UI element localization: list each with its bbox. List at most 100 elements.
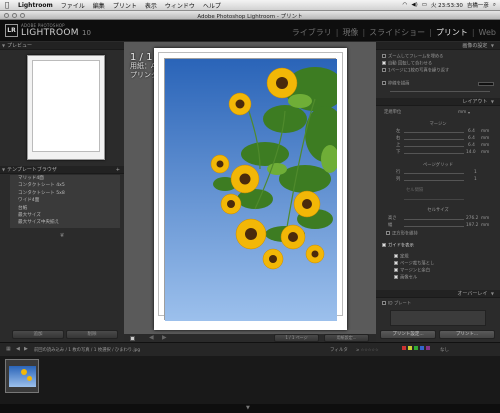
show-guides-option[interactable]: ガイドを表示 [376,243,500,249]
checkbox-checked[interactable] [382,243,386,247]
margin-right-value[interactable]: 6.4 [468,136,475,142]
module-develop[interactable]: 現像 [342,27,358,38]
back-icon[interactable]: ◀ [16,346,20,352]
option-auto-rotate[interactable]: 自動 回転して合わせる [376,61,500,67]
show-filmstrip-arrow-icon[interactable]: ▼ [246,405,250,411]
checkbox[interactable] [382,54,386,58]
checkbox[interactable] [382,68,386,72]
template-item[interactable]: 最大サイズ中央揃え [10,219,120,226]
margin-left-slider[interactable] [404,132,464,133]
template-item[interactable]: マリッド4面 [10,175,120,182]
print-button[interactable]: プリント... [439,330,495,339]
grid-columns-value[interactable]: 1 [474,177,477,183]
wifi-icon[interactable]: ◠ [403,2,408,8]
menu-file[interactable]: ファイル [57,1,89,10]
identity-plate-option[interactable]: ID プレート [376,301,500,307]
cell-height-slider[interactable] [404,219,464,220]
menu-app[interactable]: Lightroom [14,2,57,9]
menu-window[interactable]: ウィンドウ [161,1,199,10]
template-item[interactable]: 台紙 [10,205,120,212]
purple-label-icon[interactable] [426,346,430,350]
option-zoom-to-fill[interactable]: ズームしてフレームを埋める [376,54,500,60]
margin-bottom-slider[interactable] [404,153,464,154]
forward-icon[interactable]: ▶ [24,346,28,352]
grid-columns-row: 列 1 [396,177,477,183]
template-item[interactable]: 最大サイズ [10,212,120,219]
checkbox-checked[interactable] [394,261,398,265]
template-item[interactable]: コンタクトシート 5x8 [10,190,120,197]
page-indicator-button[interactable]: 1 / 1 ページ [274,334,319,342]
print-settings-button[interactable]: プリント設定... [380,330,436,339]
preview-header[interactable]: ▼ プレビュー [0,42,124,50]
filmstrip-thumbnail[interactable] [5,359,39,393]
template-item[interactable]: コンタクトシート 4x5 [10,182,120,189]
cell-width-slider[interactable] [404,226,464,227]
stop-icon[interactable] [130,336,135,341]
checkbox-checked[interactable] [394,268,398,272]
stroke-width-slider[interactable] [390,91,490,92]
margin-right-slider[interactable] [404,139,464,140]
next-page-icon[interactable]: ▶ [162,334,167,341]
keep-square-option[interactable]: 正方形を維持 [376,231,500,237]
filmstrip-source-info[interactable]: 前回の読み込み / 1 枚の写真 / 1 枚選択 / ひまわり.jpg [34,347,140,353]
guide-margins-option[interactable]: マージンと余白 [376,268,500,274]
star-filter-icon[interactable]: ≥ ☆☆☆☆☆ [356,347,379,352]
cell-height-value[interactable]: 276.2 [466,216,478,222]
ruler-units-select[interactable]: mm [458,110,466,116]
margin-top-value[interactable]: 6.4 [468,143,475,149]
user-menu[interactable]: 吉橋一彦 [467,1,489,9]
page-setup-button[interactable]: 用紙設定... [324,334,369,342]
remove-template-button[interactable]: 削除 [66,330,118,339]
checkbox-checked[interactable] [394,275,398,279]
template-item[interactable]: ワイド4面 [10,197,120,204]
checkbox[interactable] [382,301,386,305]
margin-bottom-value[interactable]: 14.0 [466,150,476,156]
blue-label-icon[interactable] [420,346,424,350]
module-slideshow[interactable]: スライドショー [369,27,425,38]
chevron-down-icon[interactable]: ▾ [468,110,470,116]
image-cell[interactable] [164,58,345,321]
green-label-icon[interactable] [414,346,418,350]
grid-rows-slider[interactable] [404,173,464,174]
module-web[interactable]: Web [479,28,496,37]
previous-page-icon[interactable]: ◀ [149,334,154,341]
red-label-icon[interactable] [402,346,406,350]
grid-rows-value[interactable]: 1 [474,170,477,176]
image-settings-header[interactable]: 画像の設定 ▼ [376,42,500,50]
guide-image-cells-option[interactable]: 画像セル [376,275,500,281]
filter-preset[interactable]: なし [440,347,449,353]
cell-width-value[interactable]: 197.2 [466,223,478,229]
option-repeat-one-photo[interactable]: 1ページに1枚の写真を繰り返す [376,68,500,74]
cell-spacing-slider [404,199,464,200]
spotlight-icon[interactable]: ⌕ [493,2,496,9]
guide-rulers-option[interactable]: 定規 [376,254,500,260]
module-print[interactable]: プリント [436,27,468,38]
menu-edit[interactable]: 編集 [89,1,109,10]
grid-columns-slider[interactable] [404,180,464,181]
menu-print[interactable]: プリント [109,1,141,10]
margin-top-slider[interactable] [404,146,464,147]
checkbox-checked[interactable] [382,61,386,65]
volume-icon[interactable]: ◀) [411,2,417,8]
checkbox[interactable] [382,81,386,85]
grid-view-icon[interactable]: ▦ [6,346,11,352]
menu-help[interactable]: ヘルプ [199,1,225,10]
template-browser-header[interactable]: ▼ テンプレートブラウザ + [0,166,124,174]
margin-left-row: 左 6.4 mm [396,129,490,135]
layout-header[interactable]: レイアウト ▼ [376,98,500,106]
yellow-label-icon[interactable] [408,346,412,350]
clock[interactable]: 火 23:53:30 [431,1,463,9]
apple-menu-icon[interactable]:  [0,1,14,9]
battery-icon[interactable]: ▭ [422,2,427,8]
checkbox[interactable] [386,231,390,235]
add-template-button[interactable]: 追加 [12,330,64,339]
overlays-header[interactable]: オーバーレイ ▼ [376,290,500,298]
module-library[interactable]: ライブラリ [292,27,332,38]
guide-bleed-option[interactable]: ページ裁ち落とし [376,261,500,267]
add-template-icon[interactable]: + [116,166,120,174]
checkbox-checked[interactable] [394,254,398,258]
stroke-color-swatch[interactable] [478,82,494,86]
margin-left-value[interactable]: 6.4 [468,129,475,135]
identity-plate-preview[interactable] [390,310,486,326]
menu-view[interactable]: 表示 [141,1,161,10]
